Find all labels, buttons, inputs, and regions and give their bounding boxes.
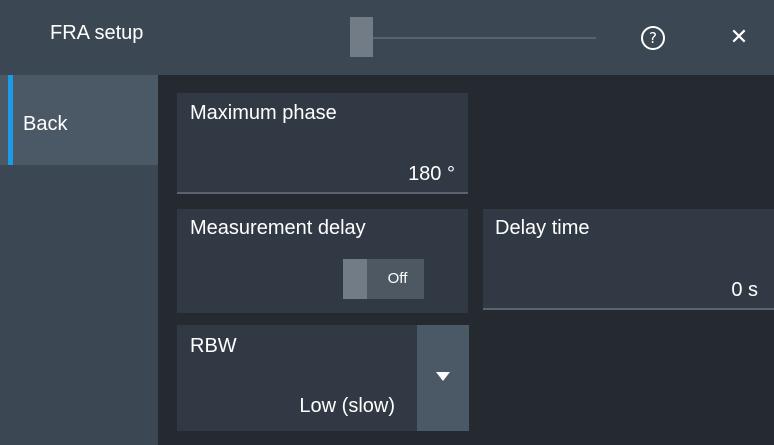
rbw-label: RBW — [190, 335, 237, 357]
delay-time-label: Delay time — [495, 217, 590, 239]
rbw-value: Low (slow) — [299, 395, 395, 417]
drag-track — [373, 37, 596, 39]
dialog-title: FRA setup — [50, 22, 144, 44]
max-phase-label: Maximum phase — [190, 102, 337, 124]
close-icon[interactable]: ✕ — [724, 23, 754, 53]
selection-accent — [8, 75, 13, 165]
max-phase-value: 180 ° — [408, 163, 455, 185]
measurement-delay-label: Measurement delay — [190, 217, 366, 239]
fra-setup-dialog: FRA setup ? ✕ Back Maximum phase 180 ° M… — [0, 0, 774, 445]
toggle-knob — [343, 259, 367, 299]
max-phase-underline — [177, 192, 468, 194]
help-icon[interactable]: ? — [641, 26, 665, 50]
sidebar-item-label: Back — [23, 113, 68, 135]
delay-time-underline — [483, 308, 774, 310]
toggle-state: Off — [387, 270, 408, 287]
chevron-down-icon — [436, 372, 450, 381]
sidebar-divider — [158, 75, 162, 445]
delay-time-value: 0 s — [731, 279, 758, 301]
drag-handle[interactable] — [350, 17, 373, 57]
